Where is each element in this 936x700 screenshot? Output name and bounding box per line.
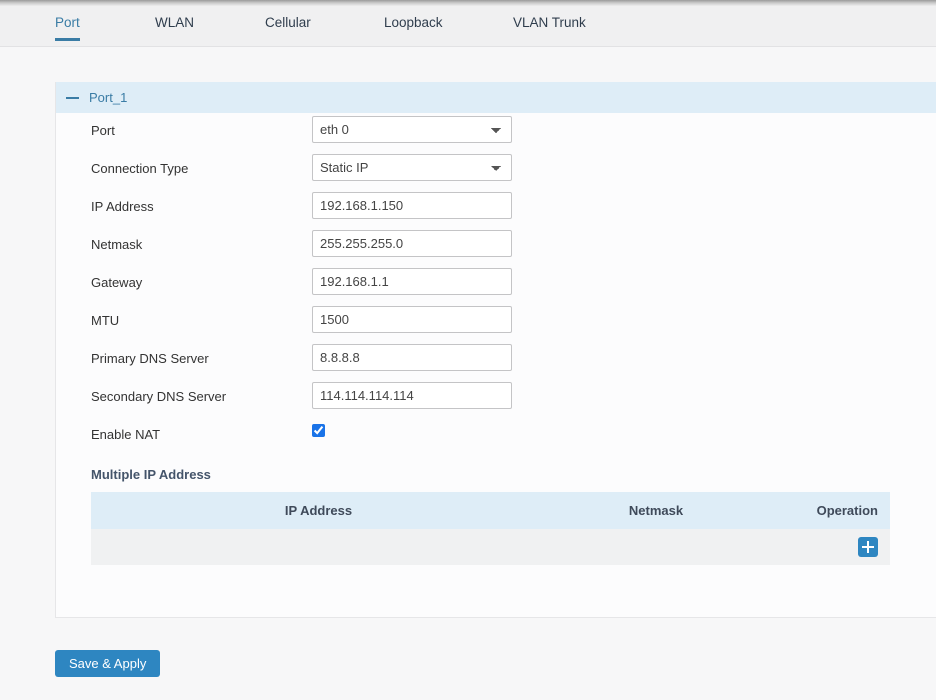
form-row-primary-dns: Primary DNS Server — [56, 341, 936, 379]
form-row-enable-nat: Enable NAT — [56, 417, 936, 455]
column-header-ip-address: IP Address — [91, 492, 546, 529]
ip-address-input[interactable] — [312, 192, 512, 219]
tab-bar: Port WLAN Cellular Loopback VLAN Trunk — [0, 6, 936, 47]
panel-title: Port_1 — [89, 90, 128, 105]
control-port: eth 0 — [312, 116, 512, 143]
column-header-operation: Operation — [766, 492, 890, 529]
connection-type-select[interactable]: Static IP — [312, 154, 512, 181]
form-row-port: Port eth 0 — [56, 113, 936, 151]
control-ip-address — [312, 192, 512, 219]
control-secondary-dns — [312, 382, 512, 409]
plus-icon[interactable] — [858, 537, 878, 557]
form-row-gateway: Gateway — [56, 265, 936, 303]
panel-header[interactable]: Port_1 — [56, 82, 936, 113]
minus-icon[interactable] — [66, 97, 79, 99]
multiple-ip-title: Multiple IP Address — [91, 467, 211, 482]
form-row-netmask: Netmask — [56, 227, 936, 265]
port-select[interactable]: eth 0 — [312, 116, 512, 143]
save-apply-button[interactable]: Save & Apply — [55, 650, 161, 677]
control-netmask — [312, 230, 512, 257]
multiple-ip-table: IP Address Netmask Operation — [91, 492, 890, 565]
tab-cellular[interactable]: Cellular — [265, 15, 311, 41]
label-connection-type: Connection Type — [91, 161, 189, 176]
netmask-input[interactable] — [312, 230, 512, 257]
cell-ip-address — [91, 529, 546, 565]
control-gateway — [312, 268, 512, 295]
port-settings-panel: Port_1 Port eth 0 Connection Type Static… — [55, 82, 936, 618]
cell-operation — [766, 529, 890, 565]
control-connection-type: Static IP — [312, 154, 512, 181]
label-gateway: Gateway — [91, 275, 143, 290]
label-primary-dns: Primary DNS Server — [91, 351, 209, 366]
port-form: Port eth 0 Connection Type Static IP IP … — [56, 113, 936, 455]
column-header-netmask: Netmask — [546, 492, 766, 529]
control-mtu — [312, 306, 512, 333]
label-ip-address: IP Address — [91, 199, 154, 214]
control-primary-dns — [312, 344, 512, 371]
gateway-input[interactable] — [312, 268, 512, 295]
table-row — [91, 529, 890, 565]
primary-dns-input[interactable] — [312, 344, 512, 371]
label-secondary-dns: Secondary DNS Server — [91, 389, 227, 404]
enable-nat-checkbox[interactable] — [312, 424, 325, 437]
tab-port[interactable]: Port — [55, 15, 80, 41]
label-port: Port — [91, 123, 115, 138]
tab-wlan[interactable]: WLAN — [155, 15, 194, 41]
form-row-ip-address: IP Address — [56, 189, 936, 227]
label-mtu: MTU — [91, 313, 120, 328]
form-row-connection-type: Connection Type Static IP — [56, 151, 936, 189]
tab-loopback[interactable]: Loopback — [384, 15, 443, 41]
secondary-dns-input[interactable] — [312, 382, 512, 409]
label-netmask: Netmask — [91, 237, 143, 252]
mtu-input[interactable] — [312, 306, 512, 333]
table-header-row: IP Address Netmask Operation — [91, 492, 890, 529]
cell-netmask — [546, 529, 766, 565]
tab-vlan-trunk[interactable]: VLAN Trunk — [513, 15, 586, 41]
form-row-secondary-dns: Secondary DNS Server — [56, 379, 936, 417]
label-enable-nat: Enable NAT — [91, 427, 161, 442]
form-row-mtu: MTU — [56, 303, 936, 341]
